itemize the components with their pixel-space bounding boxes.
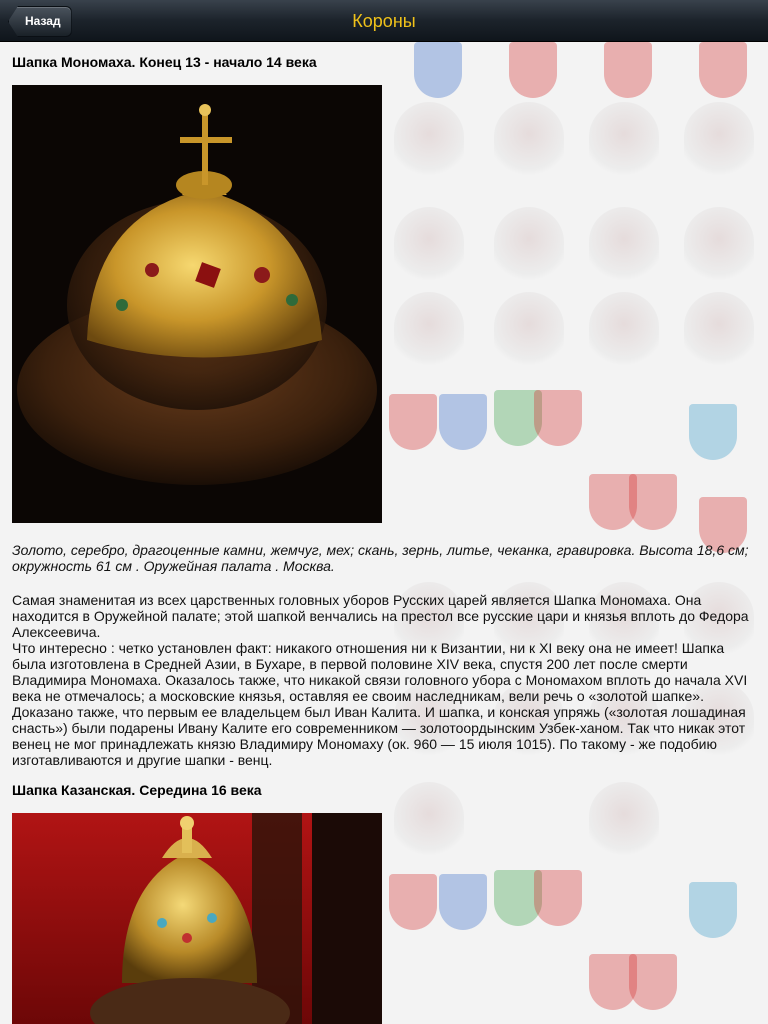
page-title: Короны	[352, 11, 416, 31]
article-content: Шапка Мономаха. Конец 13 - начало 14 век…	[0, 42, 768, 1024]
navigation-bar: Назад Короны	[0, 0, 768, 42]
kazan-cap-photo	[12, 813, 382, 1024]
section-heading: Шапка Казанская. Середина 16 века	[12, 782, 262, 798]
section-heading: Шапка Мономаха. Конец 13 - начало 14 век…	[12, 54, 317, 70]
monomakh-cap-photo	[12, 85, 382, 523]
article-paragraph: Самая знаменитая из всех царственных гол…	[12, 592, 749, 768]
photo-caption: Золото, серебро, драгоценные камни, жемч…	[12, 542, 749, 574]
